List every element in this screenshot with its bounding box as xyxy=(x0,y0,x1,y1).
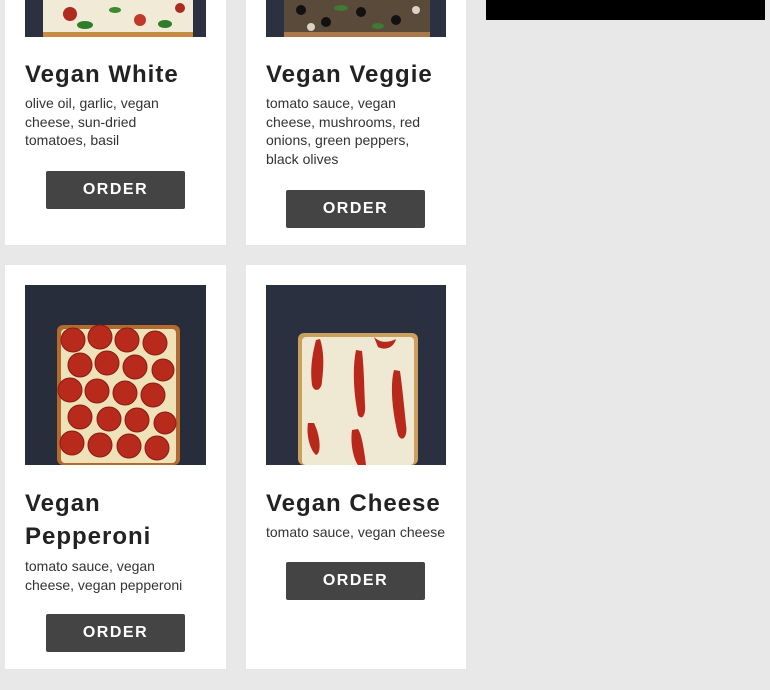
pizza-image-vegan-veggie xyxy=(266,0,446,37)
pizza-image-vegan-white xyxy=(25,0,206,37)
menu-card-vegan-veggie: Vegan Veggie tomato sauce, vegan cheese,… xyxy=(246,0,466,245)
pizza-title: Vegan Veggie xyxy=(266,61,433,88)
menu-card-vegan-white: Vegan White olive oil, garlic, vegan che… xyxy=(5,0,226,245)
dark-banner xyxy=(486,0,765,20)
pizza-title: Vegan Cheese xyxy=(266,490,441,517)
order-button[interactable]: ORDER xyxy=(286,562,425,600)
pizza-description: tomato sauce, vegan cheese, mushrooms, r… xyxy=(266,95,421,168)
order-button[interactable]: ORDER xyxy=(46,614,185,652)
pizza-description: tomato sauce, vegan cheese, vegan pepper… xyxy=(25,558,183,593)
menu-card-vegan-cheese: Vegan Cheese tomato sauce, vegan cheese … xyxy=(246,265,466,669)
menu-card-vegan-pepperoni: Vegan Pepperoni tomato sauce, vegan chee… xyxy=(5,265,226,669)
pizza-title: Vegan Pepperoni xyxy=(25,490,152,550)
pizza-image-vegan-pepperoni xyxy=(25,285,206,465)
order-button[interactable]: ORDER xyxy=(46,171,185,209)
pizza-image-vegan-cheese xyxy=(266,285,446,465)
order-button[interactable]: ORDER xyxy=(286,190,425,228)
pizza-title: Vegan White xyxy=(25,61,179,88)
pizza-description: tomato sauce, vegan cheese xyxy=(266,524,446,540)
pizza-description: olive oil, garlic, vegan cheese, sun-dri… xyxy=(25,95,159,149)
